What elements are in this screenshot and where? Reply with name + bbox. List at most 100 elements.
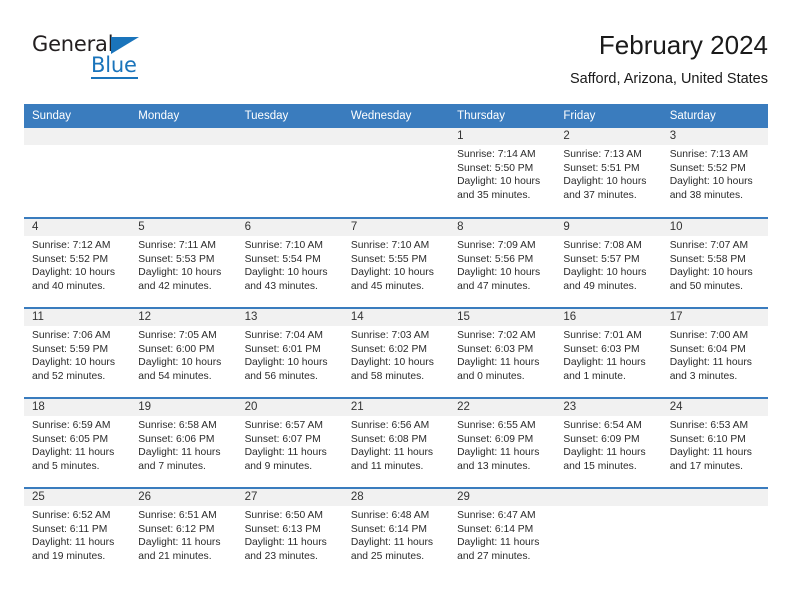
calendar-day-cell[interactable]: 6 Sunrise: 7:10 AM Sunset: 5:54 PM Daylight…	[236, 217, 343, 308]
brand-logo[interactable]: General Blue	[32, 32, 242, 88]
calendar-table: Sunday Monday Tuesday Wednesday Thursday…	[24, 104, 768, 578]
day-details: Sunrise: 6:55 AM Sunset: 6:09 PM Daylight:…	[449, 416, 555, 473]
page-title: February 2024	[598, 30, 768, 60]
day-cell-inner	[661, 489, 768, 578]
day-cell-inner: 12 Sunrise: 7:05 AM Sunset: 6:00 PM Dayligh…	[130, 309, 237, 397]
day-number: 11	[24, 309, 131, 326]
sunset-text: Sunset: 5:57 PM	[563, 253, 640, 265]
day-cell-inner: 8 Sunrise: 7:09 AM Sunset: 5:56 PM Daylight…	[449, 219, 556, 307]
calendar-day-cell[interactable]: 16 Sunrise: 7:01 AM Sunset: 6:03 PM Dayligh…	[555, 307, 662, 398]
daylight-text-line2: and 15 minutes.	[563, 460, 637, 472]
calendar-day-cell[interactable]: 4 Sunrise: 7:12 AM Sunset: 5:52 PM Daylight…	[24, 217, 131, 308]
calendar-day-cell[interactable]: 1 Sunrise: 7:14 AM Sunset: 5:50 PM Daylight…	[449, 128, 556, 218]
calendar-day-cell[interactable]: 21 Sunrise: 6:56 AM Sunset: 6:08 PM Dayligh…	[342, 397, 450, 488]
brand-underline	[91, 77, 138, 79]
calendar-week-row: 18 Sunrise: 6:59 AM Sunset: 6:05 PM Dayligh…	[24, 397, 768, 488]
calendar-day-cell[interactable]: 9 Sunrise: 7:08 AM Sunset: 5:57 PM Daylight…	[555, 217, 662, 308]
calendar-day-cell[interactable]: 25 Sunrise: 6:52 AM Sunset: 6:11 PM Dayligh…	[24, 487, 131, 578]
calendar-day-cell[interactable]: 8 Sunrise: 7:09 AM Sunset: 5:56 PM Daylight…	[449, 217, 556, 308]
calendar-day-cell[interactable]: 26 Sunrise: 6:51 AM Sunset: 6:12 PM Dayligh…	[130, 487, 237, 578]
calendar-day-cell[interactable]: 29 Sunrise: 6:47 AM Sunset: 6:14 PM Dayligh…	[449, 487, 556, 578]
day-cell-inner: 19 Sunrise: 6:58 AM Sunset: 6:06 PM Dayligh…	[130, 399, 237, 487]
day-cell-inner	[236, 128, 343, 217]
day-number: 14	[342, 309, 450, 326]
day-number: 1	[449, 128, 556, 145]
calendar-day-cell[interactable]: 19 Sunrise: 6:58 AM Sunset: 6:06 PM Dayligh…	[130, 397, 237, 488]
calendar-day-cell[interactable]: 11 Sunrise: 7:06 AM Sunset: 5:59 PM Dayligh…	[24, 307, 131, 398]
daylight-text-line2: and 23 minutes.	[244, 550, 318, 562]
calendar-page: General Blue February 2024 Safford, Ariz…	[0, 0, 792, 612]
calendar-day-cell[interactable]: 28 Sunrise: 6:48 AM Sunset: 6:14 PM Dayligh…	[342, 487, 450, 578]
calendar-day-cell[interactable]: 22 Sunrise: 6:55 AM Sunset: 6:09 PM Dayligh…	[449, 397, 556, 488]
calendar-week-row: 4 Sunrise: 7:12 AM Sunset: 5:52 PM Daylight…	[24, 217, 768, 308]
weekday-header-monday: Monday	[130, 104, 237, 128]
calendar-day-cell[interactable]: 23 Sunrise: 6:54 AM Sunset: 6:09 PM Dayligh…	[555, 397, 662, 488]
calendar-day-cell[interactable]: 17 Sunrise: 7:00 AM Sunset: 6:04 PM Dayligh…	[661, 307, 768, 398]
sunrise-text: Sunrise: 7:09 AM	[457, 240, 536, 251]
calendar-week-row: 1 Sunrise: 7:14 AM Sunset: 5:50 PM Daylight…	[24, 128, 768, 218]
sunset-text: Sunset: 6:03 PM	[457, 343, 534, 355]
sunrise-text: Sunrise: 7:13 AM	[669, 149, 749, 160]
day-number: 9	[555, 219, 662, 236]
calendar-day-cell[interactable]: 15 Sunrise: 7:02 AM Sunset: 6:03 PM Dayligh…	[449, 307, 556, 398]
daylight-text-line2: and 21 minutes.	[138, 550, 212, 562]
day-details: Sunrise: 6:52 AM Sunset: 6:11 PM Daylight:…	[24, 506, 130, 563]
daylight-text-line1: Daylight: 11 hours	[244, 537, 327, 549]
day-details: Sunrise: 7:11 AM Sunset: 5:53 PM Daylight:…	[130, 236, 236, 293]
day-number	[342, 128, 450, 145]
day-cell-inner: 5 Sunrise: 7:11 AM Sunset: 5:53 PM Daylight…	[130, 219, 237, 307]
day-cell-inner	[555, 489, 662, 578]
day-number: 19	[130, 399, 237, 416]
title-block: February 2024 Safford, Arizona, United S…	[570, 28, 768, 90]
calendar-body: 1 Sunrise: 7:14 AM Sunset: 5:50 PM Daylight…	[24, 128, 768, 578]
page-subtitle: Safford, Arizona, United States	[569, 71, 768, 87]
daylight-text-line1: Daylight: 10 hours	[669, 267, 753, 279]
sunset-text: Sunset: 5:52 PM	[669, 162, 746, 174]
calendar-day-cell[interactable]: 5 Sunrise: 7:11 AM Sunset: 5:53 PM Daylight…	[130, 217, 237, 308]
calendar-day-cell[interactable]: 13 Sunrise: 7:04 AM Sunset: 6:01 PM Dayligh…	[236, 307, 343, 398]
daylight-text-line1: Daylight: 11 hours	[350, 447, 434, 459]
daylight-text-line1: Daylight: 10 hours	[138, 267, 222, 279]
sunrise-text: Sunrise: 7:06 AM	[32, 330, 111, 341]
page-header: General Blue February 2024 Safford, Ariz…	[24, 28, 768, 100]
daylight-text-line2: and 27 minutes.	[457, 550, 531, 562]
daylight-text-line2: and 45 minutes.	[350, 280, 425, 292]
calendar-day-cell[interactable]: 10 Sunrise: 7:07 AM Sunset: 5:58 PM Dayligh…	[661, 217, 768, 308]
sunrise-text: Sunrise: 7:07 AM	[669, 240, 749, 251]
sunrise-text: Sunrise: 7:01 AM	[563, 330, 642, 341]
day-cell-inner: 16 Sunrise: 7:01 AM Sunset: 6:03 PM Dayligh…	[555, 309, 662, 397]
daylight-text-line2: and 52 minutes.	[32, 370, 106, 382]
calendar-day-cell[interactable]: 3 Sunrise: 7:13 AM Sunset: 5:52 PM Daylight…	[661, 128, 768, 218]
calendar-day-cell[interactable]: 7 Sunrise: 7:10 AM Sunset: 5:55 PM Daylight…	[342, 217, 450, 308]
day-cell-inner: 3 Sunrise: 7:13 AM Sunset: 5:52 PM Daylight…	[661, 128, 768, 217]
calendar-day-cell[interactable]: 27 Sunrise: 6:50 AM Sunset: 6:13 PM Dayligh…	[236, 487, 343, 578]
day-cell-inner: 23 Sunrise: 6:54 AM Sunset: 6:09 PM Dayligh…	[555, 399, 662, 487]
daylight-text-line2: and 7 minutes.	[138, 460, 206, 472]
day-number	[236, 128, 343, 145]
calendar-day-cell[interactable]: 2 Sunrise: 7:13 AM Sunset: 5:51 PM Daylight…	[555, 128, 662, 218]
calendar-day-cell[interactable]: 18 Sunrise: 6:59 AM Sunset: 6:05 PM Dayligh…	[24, 397, 131, 488]
sunrise-text: Sunrise: 6:50 AM	[244, 510, 323, 521]
day-cell-inner: 18 Sunrise: 6:59 AM Sunset: 6:05 PM Dayligh…	[24, 399, 131, 487]
day-cell-inner: 10 Sunrise: 7:07 AM Sunset: 5:58 PM Dayligh…	[661, 219, 768, 307]
calendar-day-cell[interactable]: 20 Sunrise: 6:57 AM Sunset: 6:07 PM Dayligh…	[236, 397, 343, 488]
day-number: 8	[449, 219, 556, 236]
daylight-text-line2: and 50 minutes.	[669, 280, 743, 292]
calendar-day-cell[interactable]: 12 Sunrise: 7:05 AM Sunset: 6:00 PM Dayligh…	[130, 307, 237, 398]
sunrise-text: Sunrise: 7:10 AM	[350, 240, 430, 251]
day-cell-inner	[24, 128, 131, 217]
day-cell-inner: 1 Sunrise: 7:14 AM Sunset: 5:50 PM Daylight…	[449, 128, 556, 217]
day-details: Sunrise: 6:48 AM Sunset: 6:14 PM Daylight:…	[343, 506, 449, 563]
day-cell-inner: 24 Sunrise: 6:53 AM Sunset: 6:10 PM Dayligh…	[661, 399, 768, 487]
calendar-day-cell[interactable]: 24 Sunrise: 6:53 AM Sunset: 6:10 PM Dayligh…	[661, 397, 768, 488]
sunset-text: Sunset: 5:50 PM	[457, 162, 534, 174]
day-number: 4	[24, 219, 131, 236]
day-cell-inner: 13 Sunrise: 7:04 AM Sunset: 6:01 PM Dayligh…	[236, 309, 343, 397]
daylight-text-line1: Daylight: 11 hours	[457, 357, 540, 369]
daylight-text-line2: and 19 minutes.	[32, 550, 106, 562]
calendar-day-cell[interactable]: 14 Sunrise: 7:03 AM Sunset: 6:02 PM Dayligh…	[342, 307, 450, 398]
day-cell-inner: 15 Sunrise: 7:02 AM Sunset: 6:03 PM Dayligh…	[449, 309, 556, 397]
day-details: Sunrise: 7:09 AM Sunset: 5:56 PM Daylight:…	[449, 236, 555, 293]
sunrise-text: Sunrise: 6:56 AM	[350, 420, 430, 431]
sunrise-text: Sunrise: 6:48 AM	[350, 510, 430, 521]
